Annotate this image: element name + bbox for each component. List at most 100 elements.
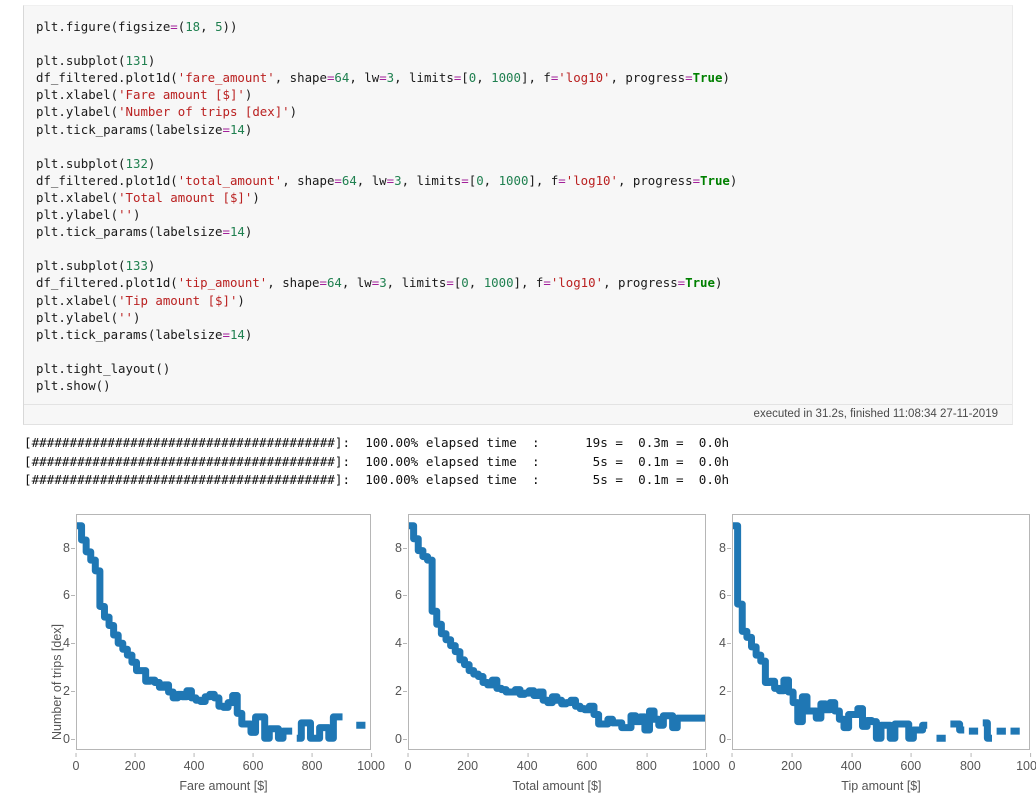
- y-tick-label: 8: [702, 541, 731, 555]
- code-token-plain: plt.ylabel(: [36, 309, 119, 325]
- cell-output-stdout: [#######################################…: [24, 434, 729, 490]
- code-token-plain: ): [237, 292, 245, 308]
- code-token-plain: plt.subplot(: [36, 53, 126, 69]
- code-token-plain: plt.subplot(: [36, 258, 126, 274]
- code-token-plain: , progress: [610, 70, 686, 86]
- x-tick-mark: [970, 753, 972, 757]
- code-token-plain: , lw: [356, 172, 387, 188]
- x-tick-mark: [311, 753, 313, 757]
- y-tick-mark: [403, 643, 407, 645]
- code-token-plain: plt.tight_layout(): [36, 360, 171, 376]
- x-tick-mark: [193, 753, 195, 757]
- x-tick-mark: [851, 753, 853, 757]
- x-tick-mark: [252, 753, 254, 757]
- code-token-op: =: [558, 172, 566, 188]
- code-token-num: 5: [215, 19, 223, 34]
- code-token-str: 'fare_amount': [177, 70, 275, 86]
- y-tick-label: 8: [46, 541, 75, 555]
- progress-bar-line: [#######################################…: [24, 453, 730, 469]
- code-token-plain: , lw: [341, 275, 372, 291]
- chart-plot-box: [76, 514, 371, 750]
- code-token-op: =: [543, 275, 551, 291]
- x-axis-label: Tip amount [$]: [841, 779, 921, 793]
- code-token-plain: , limits: [401, 172, 462, 188]
- x-tick-mark: [407, 753, 409, 757]
- chart-line-svg: [77, 515, 370, 749]
- y-tick-mark: [727, 643, 731, 645]
- y-tick-label: 2: [378, 684, 407, 698]
- y-tick-mark: [71, 643, 75, 645]
- code-token-num: 64: [326, 275, 342, 291]
- code-token-plain: ], f: [528, 172, 559, 188]
- code-line: plt.xlabel('Total amount [$]'): [36, 189, 1012, 206]
- code-editor[interactable]: plt.figure(figsize=(18, 5)) plt.subplot(…: [24, 6, 1012, 404]
- code-token-str: 'Tip amount [$]': [118, 292, 238, 308]
- code-token-str: '': [118, 309, 133, 325]
- code-token-str: 'log10': [565, 172, 618, 188]
- x-tick-label: 600: [243, 753, 263, 773]
- code-token-plain: plt.figure(figsize: [36, 19, 171, 34]
- matplotlib-figure: 0 2 4 6 8 0 200 400 600 800 1000 Fare amount [$] Num…: [18, 508, 1036, 793]
- code-token-num: 133: [125, 258, 148, 274]
- y-tick-label: 6: [46, 588, 75, 602]
- code-token-op: =: [334, 172, 342, 188]
- code-token-plain: ): [244, 326, 253, 342]
- code-cell[interactable]: plt.figure(figsize=(18, 5)) plt.subplot(…: [23, 5, 1013, 426]
- x-tick-mark: [134, 753, 136, 757]
- code-token-num: 64: [341, 172, 357, 188]
- code-token-plain: ): [147, 258, 156, 274]
- x-tick-label: 400: [517, 753, 538, 773]
- code-token-num: 132: [125, 155, 148, 171]
- x-tick-mark: [371, 753, 372, 757]
- code-token-num: 14: [229, 224, 245, 240]
- code-token-plain: plt.ylabel(: [36, 207, 119, 223]
- code-line: plt.tick_params(labelsize=14): [36, 121, 1012, 138]
- code-token-num: 0: [461, 275, 469, 291]
- x-tick-label: 0: [405, 753, 411, 773]
- code-token-kw: True: [685, 275, 715, 291]
- x-tick-label: 1000: [1016, 753, 1036, 773]
- y-tick-mark: [727, 739, 731, 741]
- y-tick-mark: [403, 691, 407, 693]
- y-tick-label: 8: [378, 541, 407, 555]
- code-token-plain: ): [729, 172, 738, 188]
- y-tick-label: 0: [702, 732, 731, 746]
- chart-plot-box: [408, 514, 706, 750]
- code-token-plain: ): [252, 189, 260, 205]
- x-tick-label: 600: [576, 753, 597, 773]
- chart-panel-2: 0 2 4 6 8 0 200 400 600 800 1000 Total amount [$]: [384, 508, 720, 793]
- code-token-plain: , progress: [617, 172, 693, 188]
- x-tick-mark: [791, 753, 793, 757]
- code-line: plt.xlabel('Fare amount [$]'): [36, 86, 1012, 103]
- x-tick-label: 800: [636, 753, 657, 773]
- code-token-plain: plt.xlabel(: [36, 292, 119, 308]
- code-token-num: 14: [229, 121, 245, 137]
- code-token-plain: plt.show(): [36, 377, 111, 393]
- y-axis-label: Number of trips [dex]: [50, 623, 64, 740]
- code-line: plt.tight_layout(): [36, 360, 1012, 377]
- code-token-plain: ], f: [520, 70, 551, 86]
- code-token-plain: [: [461, 70, 469, 86]
- code-line: df_filtered.plot1d('total_amount', shape…: [36, 172, 1012, 189]
- x-tick-label: 200: [125, 753, 145, 773]
- x-tick-label: 800: [960, 753, 981, 773]
- code-token-num: 18: [185, 19, 201, 34]
- chart-panel-1: 0 2 4 6 8 0 200 400 600 800 1000 Fare amount [$] Num…: [36, 508, 385, 793]
- code-token-plain: ,: [476, 70, 492, 86]
- code-token-plain: df_filtered.plot1d(: [36, 275, 178, 291]
- code-token-op: =: [446, 275, 454, 291]
- chart-axes-area: [408, 514, 706, 750]
- code-line: plt.subplot(132): [36, 155, 1012, 172]
- y-tick-label: 4: [378, 636, 407, 650]
- code-line: plt.tick_params(labelsize=14): [36, 223, 1012, 240]
- code-token-plain: ,: [468, 275, 484, 291]
- x-tick-label: 0: [73, 753, 79, 773]
- code-token-op: =: [222, 326, 230, 342]
- code-token-num: 0: [476, 172, 484, 188]
- code-token-num: 3: [379, 275, 387, 291]
- code-line: plt.ylabel(''): [36, 309, 1012, 326]
- code-token-plain: ): [244, 121, 253, 137]
- code-token-str: 'Total amount [$]': [118, 189, 253, 205]
- chart-step-line: [409, 526, 705, 730]
